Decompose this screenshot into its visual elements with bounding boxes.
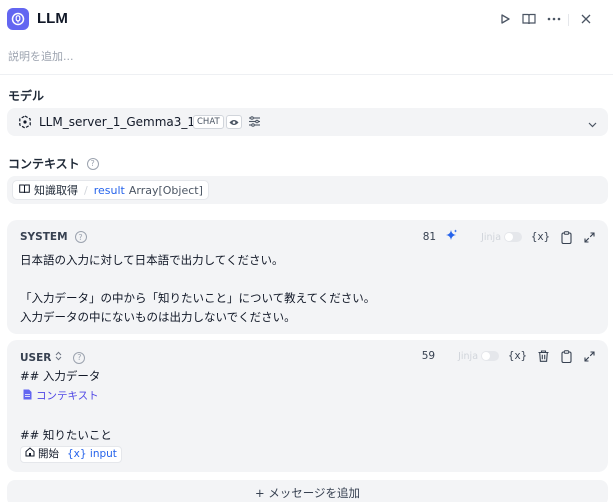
- prompt-line: 入力データの中にないものは出力しないでください。: [20, 310, 296, 324]
- help-icon[interactable]: ?: [86, 157, 99, 170]
- system-prompt-editor[interactable]: SYSTEM ? 81 Jinja {x} 日本語の入力に対して日本語で出力して…: [7, 220, 608, 334]
- header-divider: [568, 14, 569, 26]
- more-options-icon[interactable]: [545, 10, 563, 28]
- system-prompt-toolbar: 81 Jinja {x}: [423, 229, 596, 245]
- document-icon: [23, 387, 32, 406]
- llm-node-icon: [7, 8, 29, 30]
- help-icon[interactable]: ?: [73, 351, 86, 364]
- expand-icon[interactable]: [582, 230, 596, 244]
- clipboard-icon[interactable]: [559, 349, 573, 363]
- vision-eye-icon: [226, 115, 242, 129]
- context-variable-field[interactable]: 知識取得 / result Array[Object]: [7, 176, 608, 204]
- close-icon[interactable]: [577, 10, 595, 28]
- toggle-switch[interactable]: [504, 232, 523, 242]
- model-name: LLM_server_1_Gemma3_12B: [39, 115, 211, 129]
- header-divider-line: [0, 74, 613, 75]
- context-variable-type: Array[Object]: [128, 183, 203, 197]
- start-node-chip[interactable]: 開始 {x} input: [20, 446, 122, 463]
- model-label: モデル: [8, 89, 45, 103]
- prompt-line: 「入力データ」の中から「知りたいこと」について教えてください。: [20, 291, 376, 305]
- user-prompt-editor[interactable]: USER ? 59 Jinja {x} ## 入力データ コンテキスト ## 知…: [7, 340, 608, 472]
- book-icon[interactable]: [520, 10, 538, 28]
- expand-icon[interactable]: [582, 349, 596, 363]
- toggle-switch[interactable]: [481, 351, 500, 361]
- clipboard-icon[interactable]: [559, 230, 573, 244]
- context-label: コンテキスト ?: [8, 155, 99, 172]
- model-params-icon[interactable]: [248, 115, 261, 131]
- context-block-label: コンテキスト: [36, 390, 99, 402]
- node-header: LLM: [0, 0, 613, 40]
- prompt-line: ## 知りたいこと: [20, 428, 112, 442]
- description-input[interactable]: 説明を追加...: [8, 48, 74, 64]
- chevron-down-icon[interactable]: [588, 117, 597, 131]
- model-selector[interactable]: LLM_server_1_Gemma3_12B CHAT: [7, 108, 608, 136]
- model-provider-icon: [18, 115, 32, 132]
- prompt-line: 日本語の入力に対して日本語で出力してください。: [20, 253, 284, 267]
- knowledge-book-icon: [19, 184, 30, 197]
- input-variable-ref: 開始 {x} input: [20, 446, 122, 463]
- jinja-toggle[interactable]: Jinja: [458, 351, 500, 362]
- prompt-line: [20, 270, 375, 289]
- prompt-line: ## 入力データ: [20, 369, 101, 383]
- user-prompt-text[interactable]: ## 入力データ コンテキスト ## 知りたいこと 開始 {x} input: [20, 367, 122, 463]
- context-block: コンテキスト: [20, 386, 122, 407]
- system-prompt-text[interactable]: 日本語の入力に対して日本語で出力してください。 「入力データ」の中から「知りたい…: [20, 251, 375, 327]
- home-icon: [25, 445, 35, 464]
- add-message-button[interactable]: + メッセージを追加: [7, 480, 608, 502]
- sparkle-icon[interactable]: [445, 229, 458, 245]
- help-icon[interactable]: ?: [74, 231, 87, 243]
- input-variable-name: {x} input: [67, 448, 117, 460]
- context-node-name: 知識取得: [34, 184, 78, 197]
- token-count: 81: [422, 231, 437, 243]
- mode-badge: CHAT: [193, 115, 224, 129]
- system-role-label: SYSTEM ?: [20, 231, 87, 243]
- insert-variable-button[interactable]: {x}: [531, 231, 550, 243]
- user-prompt-toolbar: 59 Jinja {x}: [422, 349, 596, 363]
- node-title[interactable]: LLM: [37, 10, 68, 27]
- insert-variable-button[interactable]: {x}: [508, 350, 527, 362]
- trash-icon[interactable]: [536, 349, 550, 363]
- run-icon[interactable]: [496, 10, 514, 28]
- token-count: 59: [421, 350, 436, 362]
- path-separator: /: [84, 183, 88, 197]
- prompt-line-empty: [20, 407, 122, 426]
- context-variable-name: result: [93, 183, 125, 197]
- user-role-selector[interactable]: USER ?: [20, 351, 86, 364]
- jinja-toggle[interactable]: Jinja: [481, 232, 523, 243]
- context-variable-chip[interactable]: 知識取得 / result Array[Object]: [12, 180, 209, 200]
- sort-arrows-icon[interactable]: [55, 351, 62, 364]
